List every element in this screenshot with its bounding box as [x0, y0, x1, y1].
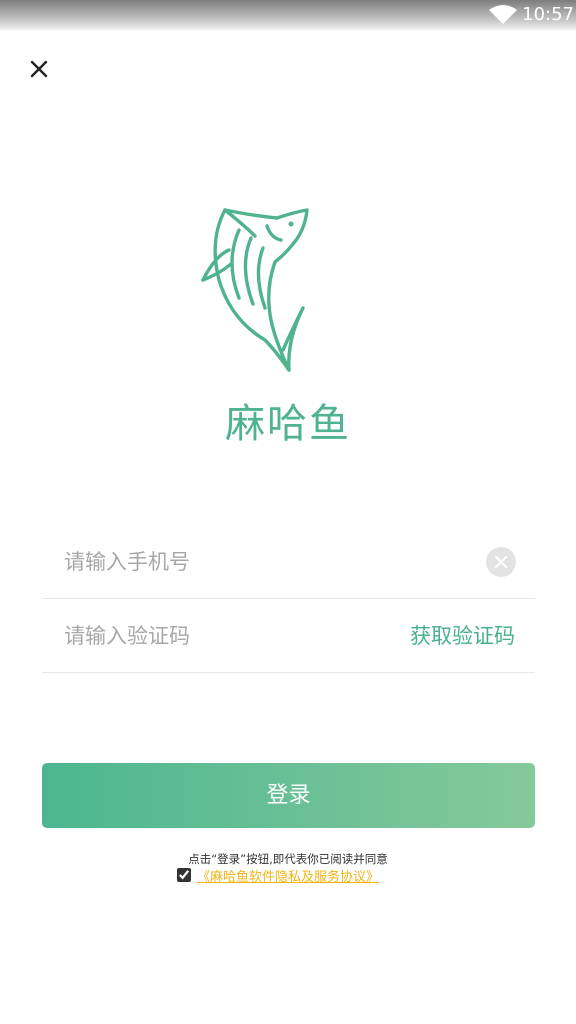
agreement-checkbox[interactable] — [177, 868, 191, 882]
fish-logo-icon — [201, 208, 309, 372]
status-clock: 10:57 — [522, 4, 574, 25]
clear-phone-button[interactable] — [486, 547, 516, 577]
code-row: 获取验证码 — [42, 599, 535, 673]
status-bar: 10:57 — [0, 0, 576, 30]
agreement-notice: 点击“登录”按钮,即代表你已阅读并同意 — [188, 852, 388, 866]
close-icon — [30, 60, 48, 78]
brand-name: 麻哈鱼 — [225, 401, 351, 447]
verification-code-input[interactable] — [64, 617, 384, 655]
phone-input[interactable] — [64, 543, 384, 581]
login-button[interactable]: 登录 — [42, 763, 535, 828]
clear-circle-icon — [494, 555, 508, 569]
privacy-policy-link[interactable]: 《麻哈鱼软件隐私及服务协议》 — [197, 869, 379, 887]
close-button[interactable] — [22, 52, 56, 86]
get-code-button[interactable]: 获取验证码 — [410, 617, 515, 655]
wifi-icon — [489, 5, 517, 24]
phone-row — [42, 525, 535, 599]
login-screen: 10:57 麻哈鱼 获取验证码 — [0, 0, 576, 1024]
